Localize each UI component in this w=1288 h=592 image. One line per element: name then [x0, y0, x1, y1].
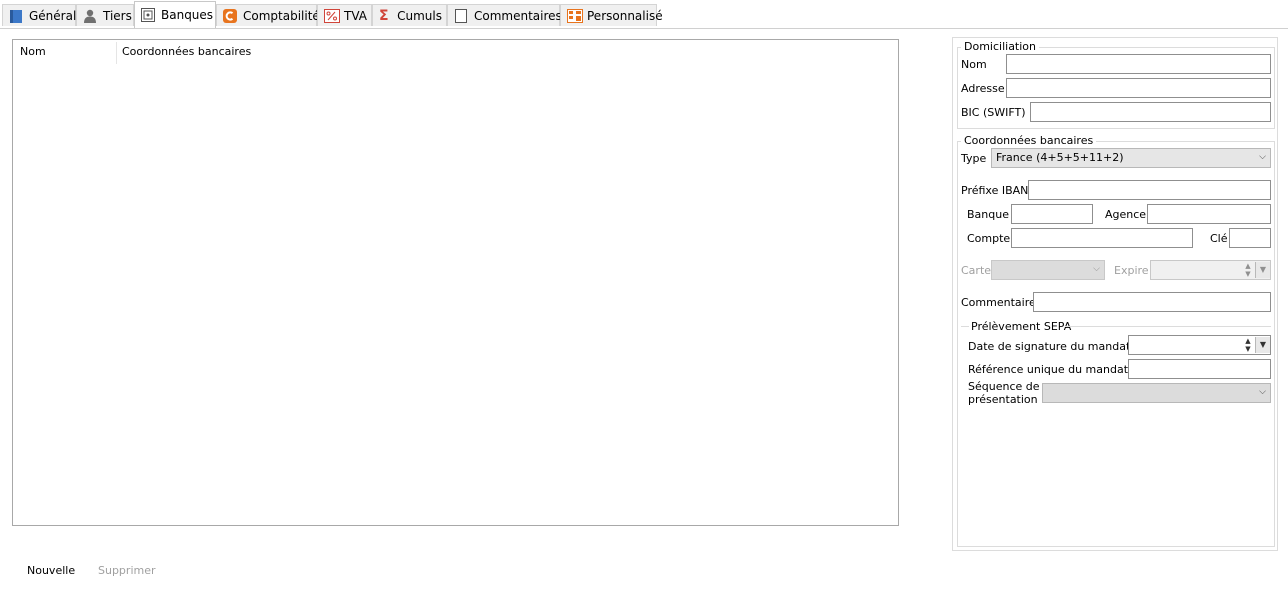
- sequence-label-line1: Séquence de: [968, 380, 1040, 393]
- sepa-divider-left: [961, 326, 969, 327]
- chevron-down-icon: ⌵: [1259, 387, 1266, 397]
- column-divider[interactable]: [116, 42, 117, 64]
- bank-list[interactable]: Nom Coordonnées bancaires: [12, 39, 899, 526]
- chevron-down-icon[interactable]: ▼: [1255, 337, 1270, 353]
- tab-tva-label: TVA: [344, 8, 367, 23]
- tab-banques[interactable]: Banques: [134, 1, 216, 28]
- tab-commentaires[interactable]: Commentaires: [447, 4, 562, 26]
- carte-select[interactable]: ⌵: [991, 260, 1105, 280]
- chevron-down-icon: ⌵: [1093, 264, 1100, 274]
- spin-up-icon: ▲: [1245, 262, 1251, 270]
- banque-label: Banque: [967, 208, 1009, 221]
- commentaire-field[interactable]: [1033, 292, 1271, 312]
- spin-up-icon: ▲: [1245, 337, 1251, 345]
- sepa-title: Prélèvement SEPA: [971, 320, 1072, 333]
- tab-personnalise-label: Personnalisé: [587, 8, 663, 23]
- tab-tva[interactable]: TVA: [317, 4, 372, 26]
- type-select-value: France (4+5+5+11+2): [996, 151, 1124, 164]
- percent-icon: [324, 8, 340, 23]
- mandate-ref-field[interactable]: [1128, 359, 1271, 379]
- agence-label: Agence: [1105, 208, 1147, 221]
- tab-tiers[interactable]: Tiers: [76, 4, 134, 26]
- bank-icon: [141, 8, 155, 22]
- compte-label: Compte: [967, 232, 1011, 245]
- expire-date-picker[interactable]: ▲ ▼ ▼: [1150, 260, 1271, 280]
- column-header-nom[interactable]: Nom: [20, 45, 46, 58]
- tab-personnalise[interactable]: Personnalisé: [560, 4, 663, 26]
- mandate-ref-label: Référence unique du mandat: [968, 363, 1129, 376]
- commentaire-label: Commentaire: [961, 296, 1036, 309]
- tab-general[interactable]: Général: [2, 4, 76, 26]
- tab-tiers-label: Tiers: [103, 8, 132, 23]
- adresse-field[interactable]: [1006, 78, 1271, 98]
- details-panel: Domiciliation Nom Adresse BIC (SWIFT) Co…: [952, 37, 1278, 551]
- tab-comptabilite[interactable]: Comptabilité: [216, 4, 320, 26]
- accounting-icon: [223, 8, 237, 23]
- sequence-select[interactable]: ⌵: [1042, 383, 1271, 403]
- general-icon: [9, 9, 23, 23]
- delete-button-label: Supprimer: [98, 564, 156, 577]
- expire-spinner[interactable]: ▲ ▼: [1242, 262, 1254, 278]
- mandate-date-spinner[interactable]: ▲ ▼: [1242, 337, 1254, 353]
- new-button[interactable]: Nouvelle: [27, 564, 75, 577]
- tab-commentaires-label: Commentaires: [474, 8, 562, 23]
- type-label: Type: [961, 152, 987, 165]
- expire-label: Expire: [1114, 264, 1149, 277]
- delete-button[interactable]: Supprimer: [98, 564, 156, 577]
- column-header-coordonnees[interactable]: Coordonnées bancaires: [122, 45, 251, 58]
- spin-down-icon: ▼: [1245, 345, 1251, 353]
- person-icon: [83, 9, 97, 23]
- carte-label: Carte: [961, 264, 992, 277]
- custom-icon: [567, 8, 583, 23]
- agence-field[interactable]: [1147, 204, 1271, 224]
- mandate-date-picker[interactable]: ▲ ▼ ▼: [1128, 335, 1271, 355]
- chevron-down-icon: ⌵: [1259, 152, 1266, 162]
- tab-cumuls-label: Cumuls: [397, 8, 442, 23]
- tab-comptabilite-label: Comptabilité: [243, 8, 320, 23]
- mandate-date-label: Date de signature du mandat: [968, 340, 1131, 353]
- tab-cumuls[interactable]: Σ Cumuls: [372, 4, 447, 26]
- tab-general-label: Général: [29, 8, 77, 23]
- tab-banques-label: Banques: [161, 8, 214, 22]
- cle-field[interactable]: [1229, 228, 1271, 248]
- nom-label: Nom: [961, 58, 987, 71]
- iban-field[interactable]: [1028, 180, 1271, 200]
- coordonnees-title: Coordonnées bancaires: [961, 134, 1097, 147]
- compte-field[interactable]: [1011, 228, 1193, 248]
- domiciliation-title: Domiciliation: [961, 40, 1039, 53]
- nom-field[interactable]: [1006, 54, 1271, 74]
- new-button-label: Nouvelle: [27, 564, 76, 577]
- spin-down-icon: ▼: [1245, 270, 1251, 278]
- chevron-down-icon[interactable]: ▼: [1255, 262, 1270, 278]
- sequence-label-line2: présentation: [968, 393, 1038, 406]
- type-select[interactable]: France (4+5+5+11+2) ⌵: [991, 148, 1271, 168]
- bic-label: BIC (SWIFT): [961, 106, 1026, 119]
- note-icon: [454, 8, 468, 23]
- cle-label: Clé: [1210, 232, 1228, 245]
- adresse-label: Adresse: [961, 82, 1005, 95]
- sepa-divider-right: [1065, 326, 1271, 327]
- banque-field[interactable]: [1011, 204, 1093, 224]
- bic-field[interactable]: [1030, 102, 1271, 122]
- sigma-icon: Σ: [379, 7, 389, 24]
- tab-bar: Général Tiers Banques Comptabilité TVA Σ…: [0, 0, 1288, 29]
- iban-label: Préfixe IBAN: [961, 184, 1029, 197]
